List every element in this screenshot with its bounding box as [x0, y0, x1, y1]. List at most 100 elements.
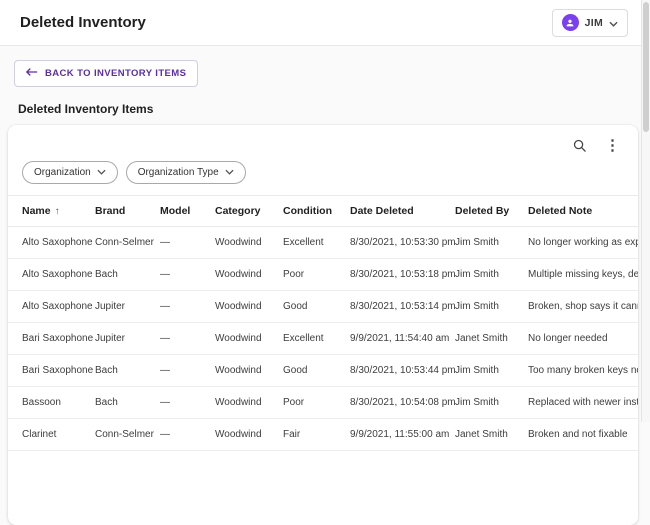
column-header-label: Deleted By — [455, 205, 509, 217]
table-cell: Jim Smith — [455, 355, 528, 387]
table-cell: — — [160, 323, 215, 355]
table-cell: Too many broken keys now — [528, 355, 638, 387]
column-header-label: Condition — [283, 205, 332, 217]
table-cell: Woodwind — [215, 355, 283, 387]
chevron-down-icon — [97, 167, 106, 178]
table-header-row: Name↑Brand Model Category Condition Date Del… — [8, 196, 638, 227]
table-cell: Bach — [95, 259, 160, 291]
scrollbar-thumb[interactable] — [643, 2, 649, 132]
back-button[interactable]: BACK TO INVENTORY ITEMS — [14, 60, 198, 87]
table-cell: Woodwind — [215, 291, 283, 323]
column-header[interactable]: Name↑ — [8, 196, 95, 227]
table-cell: Bach — [95, 387, 160, 419]
table-cell: Good — [283, 291, 350, 323]
table-cell: — — [160, 355, 215, 387]
column-header[interactable]: Brand — [95, 196, 160, 227]
column-header[interactable]: Deleted By — [455, 196, 528, 227]
page-title: Deleted Inventory — [20, 14, 146, 31]
table-row[interactable]: ClarinetConn-Selmer—WoodwindFair9/9/2021… — [8, 419, 638, 451]
deleted-items-table: Name↑Brand Model Category Condition Date Del… — [8, 195, 638, 451]
table-cell: No longer needed — [528, 323, 638, 355]
table-cell: Conn-Selmer — [95, 419, 160, 451]
filter-organization-type-label: Organization Type — [138, 167, 219, 178]
table-cell: — — [160, 387, 215, 419]
table-cell: Bari Saxophone — [8, 355, 95, 387]
table-row[interactable]: Alto SaxophoneBach—WoodwindPoor8/30/2021… — [8, 259, 638, 291]
table-cell: 8/30/2021, 10:53:14 pm — [350, 291, 455, 323]
table-cell: 8/30/2021, 10:53:44 pm — [350, 355, 455, 387]
table-cell: Jim Smith — [455, 291, 528, 323]
user-avatar-icon — [562, 14, 579, 31]
kebab-menu-icon[interactable]: ⋮ — [605, 138, 620, 153]
filter-organization[interactable]: Organization — [22, 161, 118, 184]
table-row[interactable]: Bari SaxophoneJupiter—WoodwindExcellent9… — [8, 323, 638, 355]
column-header-label: Name — [22, 205, 51, 217]
deleted-items-card: ⋮ Organization Organization Type Name↑Br… — [8, 125, 638, 525]
table-cell: Woodwind — [215, 259, 283, 291]
table-row[interactable]: Alto SaxophoneJupiter—WoodwindGood8/30/2… — [8, 291, 638, 323]
table-cell: Poor — [283, 387, 350, 419]
table-cell: Multiple missing keys, dent in bell — [528, 259, 638, 291]
search-icon[interactable] — [572, 138, 587, 153]
column-header-label: Date Deleted — [350, 205, 414, 217]
user-name-label: JIM — [585, 17, 603, 29]
column-header[interactable]: Deleted Note — [528, 196, 638, 227]
column-header-label: Deleted Note — [528, 205, 592, 217]
table-cell: Woodwind — [215, 419, 283, 451]
table-cell: — — [160, 419, 215, 451]
table-cell: Broken, shop says it cannot be fixed — [528, 291, 638, 323]
table-cell: 8/30/2021, 10:53:18 pm — [350, 259, 455, 291]
table-cell: 8/30/2021, 10:53:30 pm — [350, 227, 455, 259]
table-cell: Jupiter — [95, 323, 160, 355]
filter-organization-label: Organization — [34, 167, 91, 178]
table-cell: Fair — [283, 419, 350, 451]
user-menu-button[interactable]: JIM — [552, 9, 628, 37]
table-cell: Jim Smith — [455, 227, 528, 259]
table-cell: No longer working as expected — [528, 227, 638, 259]
column-header[interactable]: Category — [215, 196, 283, 227]
column-header-label: Model — [160, 205, 190, 217]
filter-bar: Organization Organization Type — [8, 156, 638, 195]
table-cell: Poor — [283, 259, 350, 291]
table-cell: Janet Smith — [455, 323, 528, 355]
table-row[interactable]: Bari SaxophoneBach—WoodwindGood8/30/2021… — [8, 355, 638, 387]
table-row[interactable]: Alto SaxophoneConn-Selmer—WoodwindExcell… — [8, 227, 638, 259]
chevron-down-icon — [225, 167, 234, 178]
vertical-scrollbar[interactable] — [641, 0, 650, 422]
table-cell: — — [160, 227, 215, 259]
arrow-left-icon — [26, 67, 38, 80]
table-cell: Bari Saxophone — [8, 323, 95, 355]
table-cell: Alto Saxophone — [8, 259, 95, 291]
chevron-down-icon — [609, 15, 618, 30]
table-cell: Bach — [95, 355, 160, 387]
table-cell: Janet Smith — [455, 419, 528, 451]
table-cell: Jupiter — [95, 291, 160, 323]
table-cell: Jim Smith — [455, 387, 528, 419]
table-row[interactable]: BassoonBach—WoodwindPoor8/30/2021, 10:54… — [8, 387, 638, 419]
table-cell: Excellent — [283, 323, 350, 355]
table-cell: — — [160, 291, 215, 323]
table-cell: Excellent — [283, 227, 350, 259]
table-cell: Woodwind — [215, 227, 283, 259]
table-cell: Replaced with newer instrument — [528, 387, 638, 419]
table-cell: Jim Smith — [455, 259, 528, 291]
table-cell: Conn-Selmer — [95, 227, 160, 259]
filter-organization-type[interactable]: Organization Type — [126, 161, 246, 184]
table-cell: 8/30/2021, 10:54:08 pm — [350, 387, 455, 419]
column-header[interactable]: Date Deleted — [350, 196, 455, 227]
table-cell: Broken and not fixable — [528, 419, 638, 451]
table-cell: 9/9/2021, 11:55:00 am — [350, 419, 455, 451]
table-cell: Clarinet — [8, 419, 95, 451]
column-header-label: Category — [215, 205, 261, 217]
column-header-label: Brand — [95, 205, 125, 217]
column-header[interactable]: Condition — [283, 196, 350, 227]
table-cell: Woodwind — [215, 387, 283, 419]
table-cell: 9/9/2021, 11:54:40 am — [350, 323, 455, 355]
app-header: Deleted Inventory JIM — [0, 0, 650, 46]
table-cell: Woodwind — [215, 323, 283, 355]
table-cell: Alto Saxophone — [8, 291, 95, 323]
table-cell: Good — [283, 355, 350, 387]
section-title: Deleted Inventory Items — [18, 102, 650, 116]
card-toolbar: ⋮ — [8, 125, 638, 156]
column-header[interactable]: Model — [160, 196, 215, 227]
